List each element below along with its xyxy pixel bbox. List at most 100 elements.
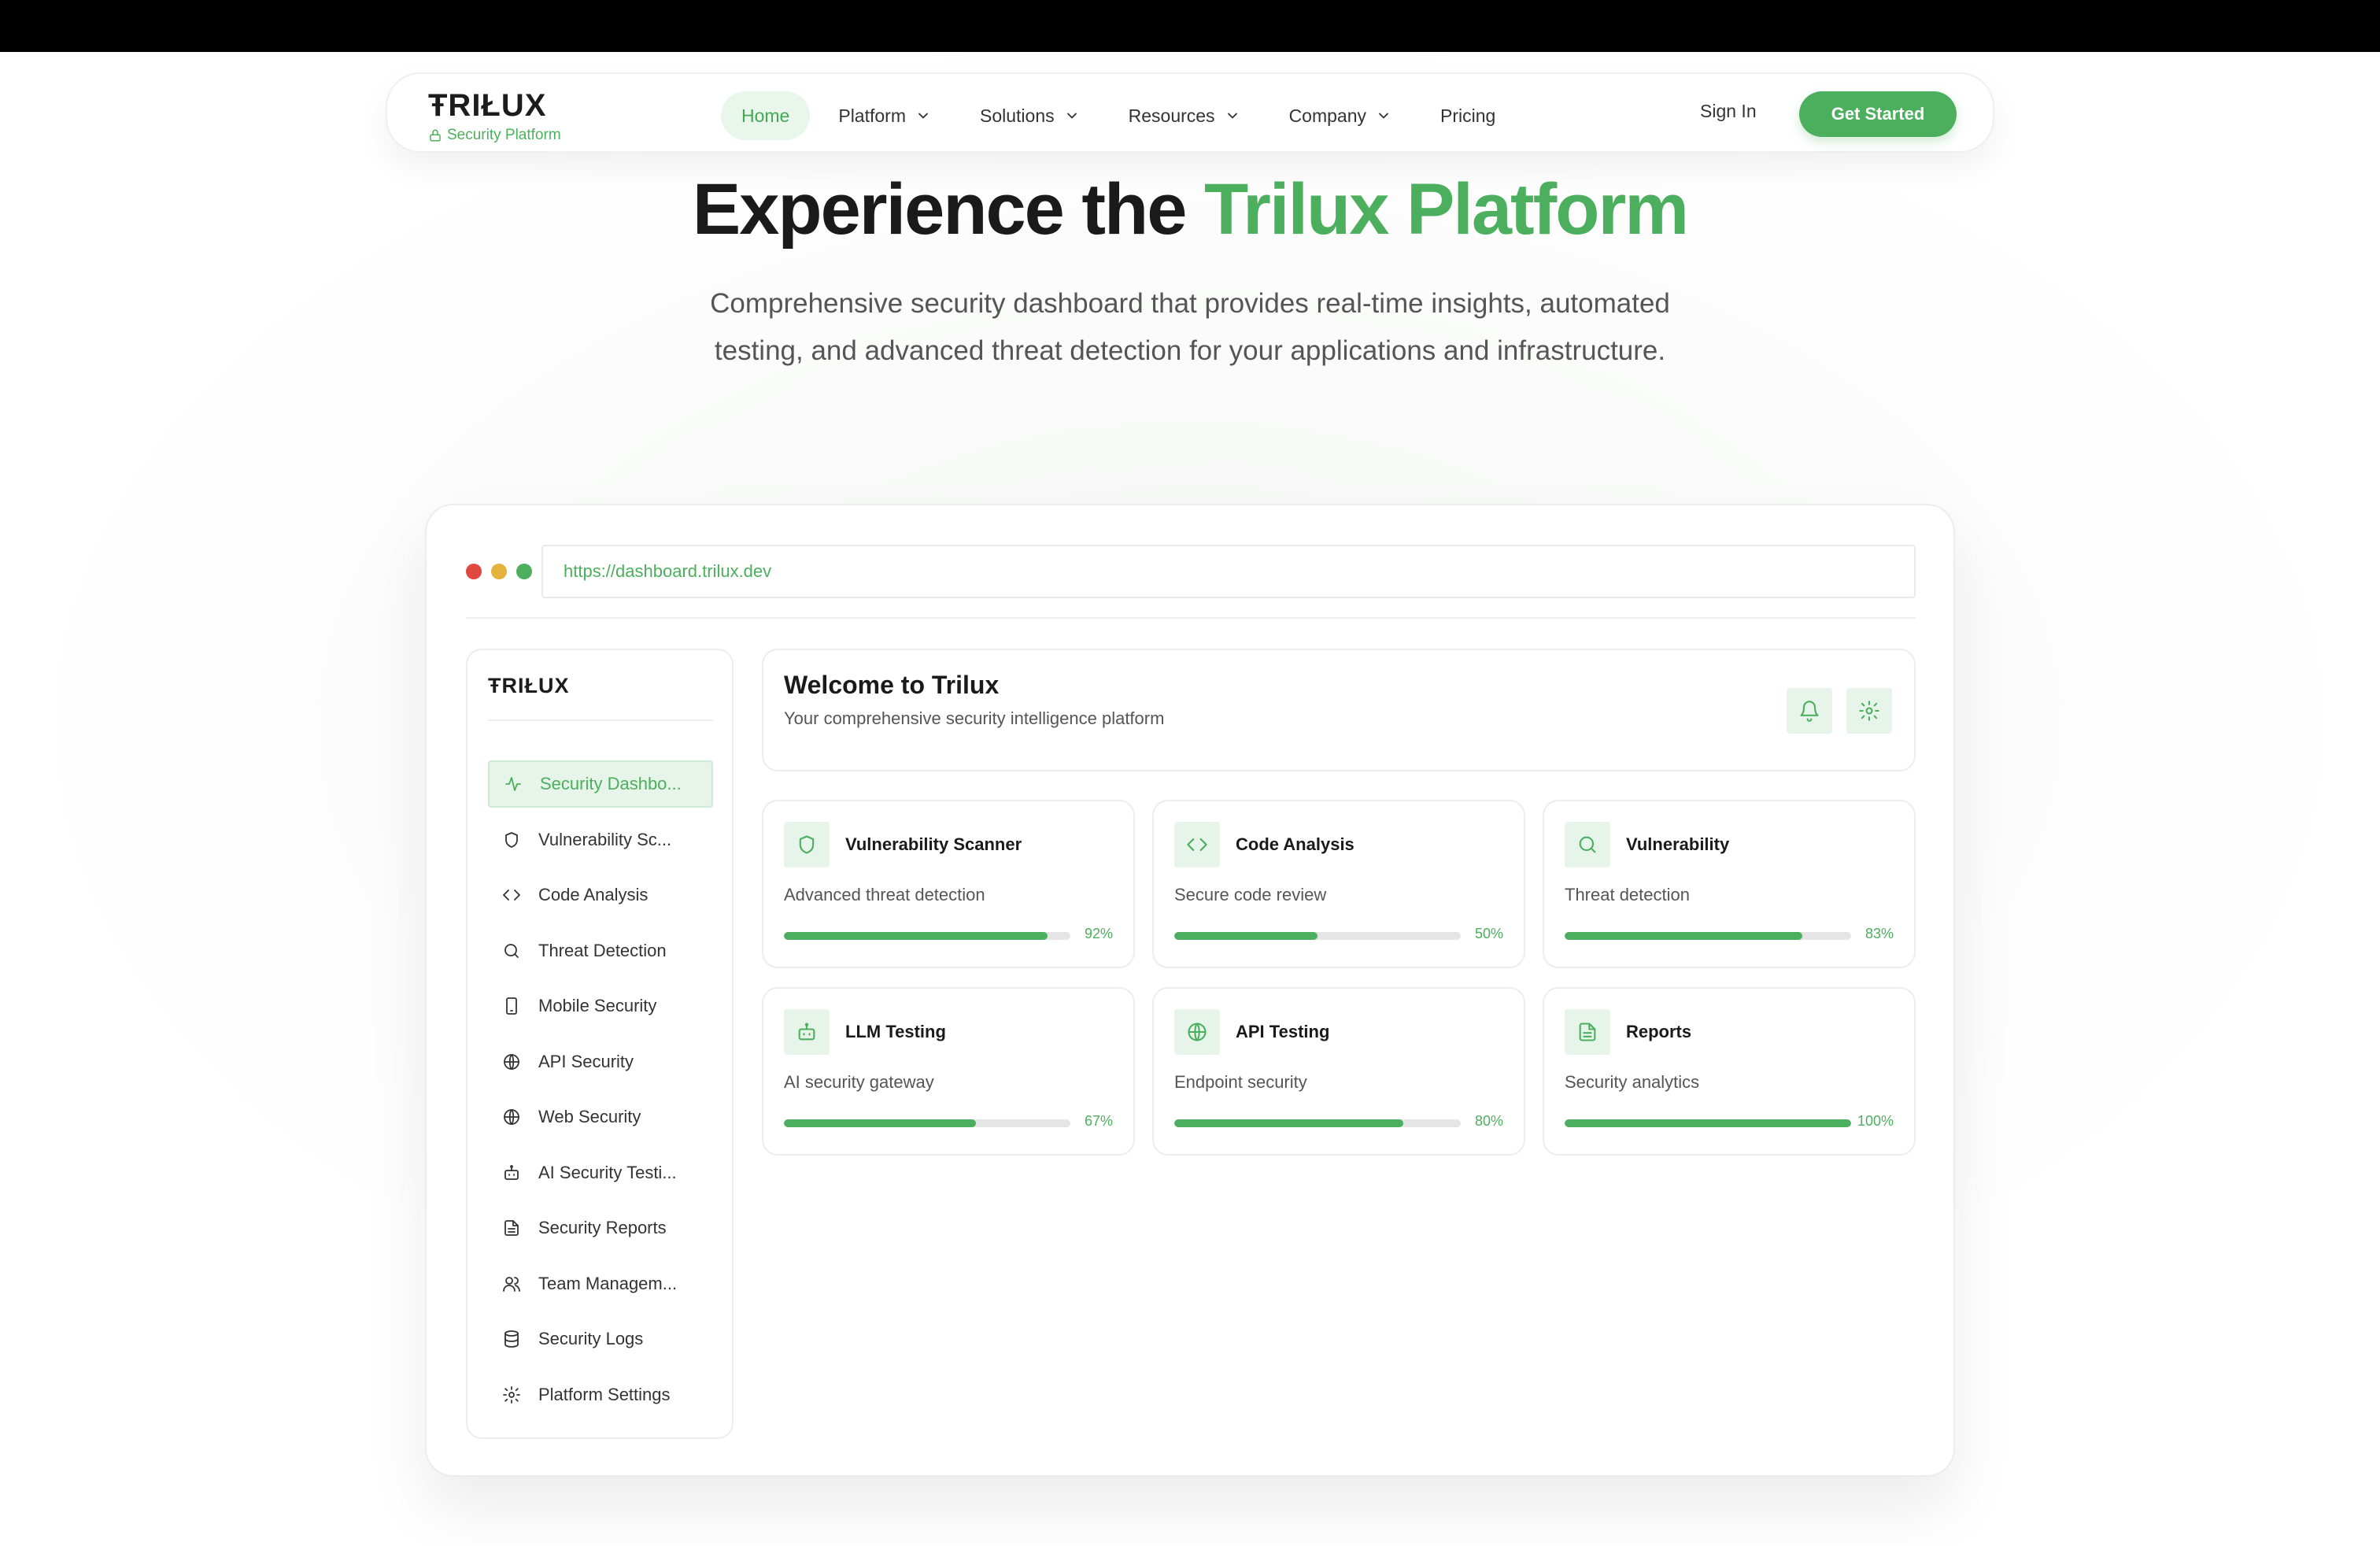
sidebar-item-security-dashboard[interactable]: Security Dashbo... [488, 760, 713, 808]
card-vulnerability-scanner[interactable]: Vulnerability Scanner Advanced threat de… [762, 800, 1135, 968]
progress-label: 50% [1474, 926, 1503, 941]
progress-label: 92% [1084, 926, 1113, 941]
card-reports[interactable]: Reports Security analytics 100% [1543, 987, 1916, 1156]
card-vulnerability[interactable]: Vulnerability Threat detection 83% [1543, 800, 1916, 968]
database-icon [504, 1330, 519, 1348]
sidebar-item-label: Platform Settings [538, 1384, 671, 1404]
search-icon [504, 943, 519, 958]
bot-icon [798, 1023, 815, 1041]
globe-icon [1188, 1023, 1207, 1041]
nav-item-company[interactable]: Company [1269, 91, 1412, 140]
get-started-button[interactable]: Get Started [1799, 91, 1957, 137]
file-text-icon [1579, 1023, 1596, 1041]
sidebar-item-label: Web Security [538, 1107, 641, 1126]
sidebar-item-ai-security-testing[interactable]: AI Security Testi... [488, 1149, 713, 1196]
card-description: Threat detection [1565, 885, 1690, 904]
card-api-testing[interactable]: API Testing Endpoint security 80% [1152, 987, 1525, 1156]
welcome-panel: Welcome to Trilux Your comprehensive sec… [762, 649, 1916, 771]
hero-title-main: Experience the [692, 169, 1204, 250]
sidebar-item-label: Threat Detection [538, 940, 667, 960]
card-icon-box [1174, 1009, 1220, 1055]
card-description: Endpoint security [1174, 1072, 1307, 1092]
progress-bar [784, 1119, 1070, 1127]
nav-item-platform[interactable]: Platform [818, 91, 952, 140]
brand-tagline: Security Platform [428, 127, 561, 144]
sidebar-item-api-security[interactable]: API Security [488, 1038, 713, 1086]
sidebar-item-team-management[interactable]: Team Managem... [488, 1260, 713, 1307]
nav-item-solutions[interactable]: Solutions [959, 91, 1100, 140]
card-description: Advanced threat detection [784, 885, 985, 904]
sidebar-item-threat-detection[interactable]: Threat Detection [488, 927, 713, 975]
sidebar-item-label: API Security [538, 1051, 634, 1071]
hero-title: Experience the Trilux Platform [0, 168, 2380, 251]
card-icon-box [1565, 822, 1610, 867]
progress-fill [1174, 932, 1318, 940]
progress-bar [784, 932, 1070, 940]
nav-item-label: Platform [838, 105, 906, 126]
sidebar-item-web-security[interactable]: Web Security [488, 1093, 713, 1141]
card-icon-box [1565, 1009, 1610, 1055]
sidebar-item-code-analysis[interactable]: Code Analysis [488, 871, 713, 919]
progress-fill [1174, 1119, 1404, 1127]
bot-icon [504, 1164, 519, 1180]
close-dot [466, 564, 482, 579]
gear-icon [1859, 701, 1879, 721]
notifications-button[interactable] [1787, 688, 1832, 734]
brand-logo-text: ŦRIŁUX [428, 88, 547, 123]
nav-item-pricing[interactable]: Pricing [1420, 91, 1516, 140]
nav-item-label: Company [1288, 105, 1366, 126]
url-text: https://dashboard.trilux.dev [564, 561, 772, 581]
sidebar-item-mobile-security[interactable]: Mobile Security [488, 982, 713, 1030]
minimize-dot [491, 564, 507, 579]
card-title: Vulnerability Scanner [845, 834, 1022, 854]
progress-label: 67% [1084, 1113, 1113, 1129]
sidebar-item-vulnerability-scanner[interactable]: Vulnerability Sc... [488, 816, 713, 864]
progress-fill [784, 932, 1048, 940]
dashboard-preview-window: https://dashboard.trilux.dev ŦRIŁUX Secu… [425, 504, 1955, 1477]
card-llm-testing[interactable]: LLM Testing AI security gateway 67% [762, 987, 1135, 1156]
nav-item-label: Pricing [1440, 105, 1496, 126]
file-text-icon [504, 1220, 519, 1236]
sidebar-item-label: Code Analysis [538, 885, 649, 904]
sidebar-divider [488, 719, 713, 721]
card-title: LLM Testing [845, 1022, 946, 1041]
maximize-dot [516, 564, 532, 579]
sidebar-item-label: Mobile Security [538, 996, 657, 1015]
hero-subtitle: Comprehensive security dashboard that pr… [710, 288, 1670, 366]
brand-logo[interactable]: ŦRIŁUX Security Platform [428, 88, 561, 144]
sidebar-item-label: AI Security Testi... [538, 1162, 677, 1182]
sidebar-item-security-reports[interactable]: Security Reports [488, 1204, 713, 1252]
card-description: Secure code review [1174, 885, 1327, 904]
card-title: Reports [1626, 1022, 1692, 1041]
chevron-down-icon [1227, 113, 1237, 119]
brand-tagline-text: Security Platform [447, 127, 561, 143]
progress-bar [1174, 1119, 1461, 1127]
sidebar-item-security-logs[interactable]: Security Logs [488, 1315, 713, 1363]
card-code-analysis[interactable]: Code Analysis Secure code review 50% [1152, 800, 1525, 968]
card-icon-box [1174, 822, 1220, 867]
shield-icon [799, 835, 815, 854]
gear-icon [503, 1385, 520, 1404]
smartphone-icon [506, 997, 517, 1015]
chevron-down-icon [1066, 113, 1077, 119]
progress-bar [1565, 1119, 1851, 1127]
sidebar-item-platform-settings[interactable]: Platform Settings [488, 1371, 713, 1418]
globe-icon [504, 1053, 519, 1070]
sidebar-item-label: Vulnerability Sc... [538, 829, 672, 849]
top-black-bar [0, 0, 2380, 52]
window-controls [466, 564, 532, 579]
sign-in-link[interactable]: Sign In [1700, 101, 1757, 122]
progress-label: 100% [1857, 1113, 1894, 1129]
nav-item-resources[interactable]: Resources [1108, 91, 1261, 140]
progress-fill [1565, 1119, 1851, 1127]
chevron-down-icon [918, 113, 928, 119]
lock-icon [430, 129, 441, 142]
navbar: ŦRIŁUX Security Platform Home Platform S… [386, 72, 1994, 153]
card-title: API Testing [1236, 1022, 1330, 1041]
settings-button[interactable] [1846, 688, 1892, 734]
card-title: Code Analysis [1236, 834, 1354, 854]
welcome-subtitle: Your comprehensive security intelligence… [784, 708, 1165, 728]
url-bar[interactable]: https://dashboard.trilux.dev [541, 545, 1916, 598]
nav-item-home[interactable]: Home [721, 91, 811, 140]
users-icon [503, 1276, 520, 1292]
